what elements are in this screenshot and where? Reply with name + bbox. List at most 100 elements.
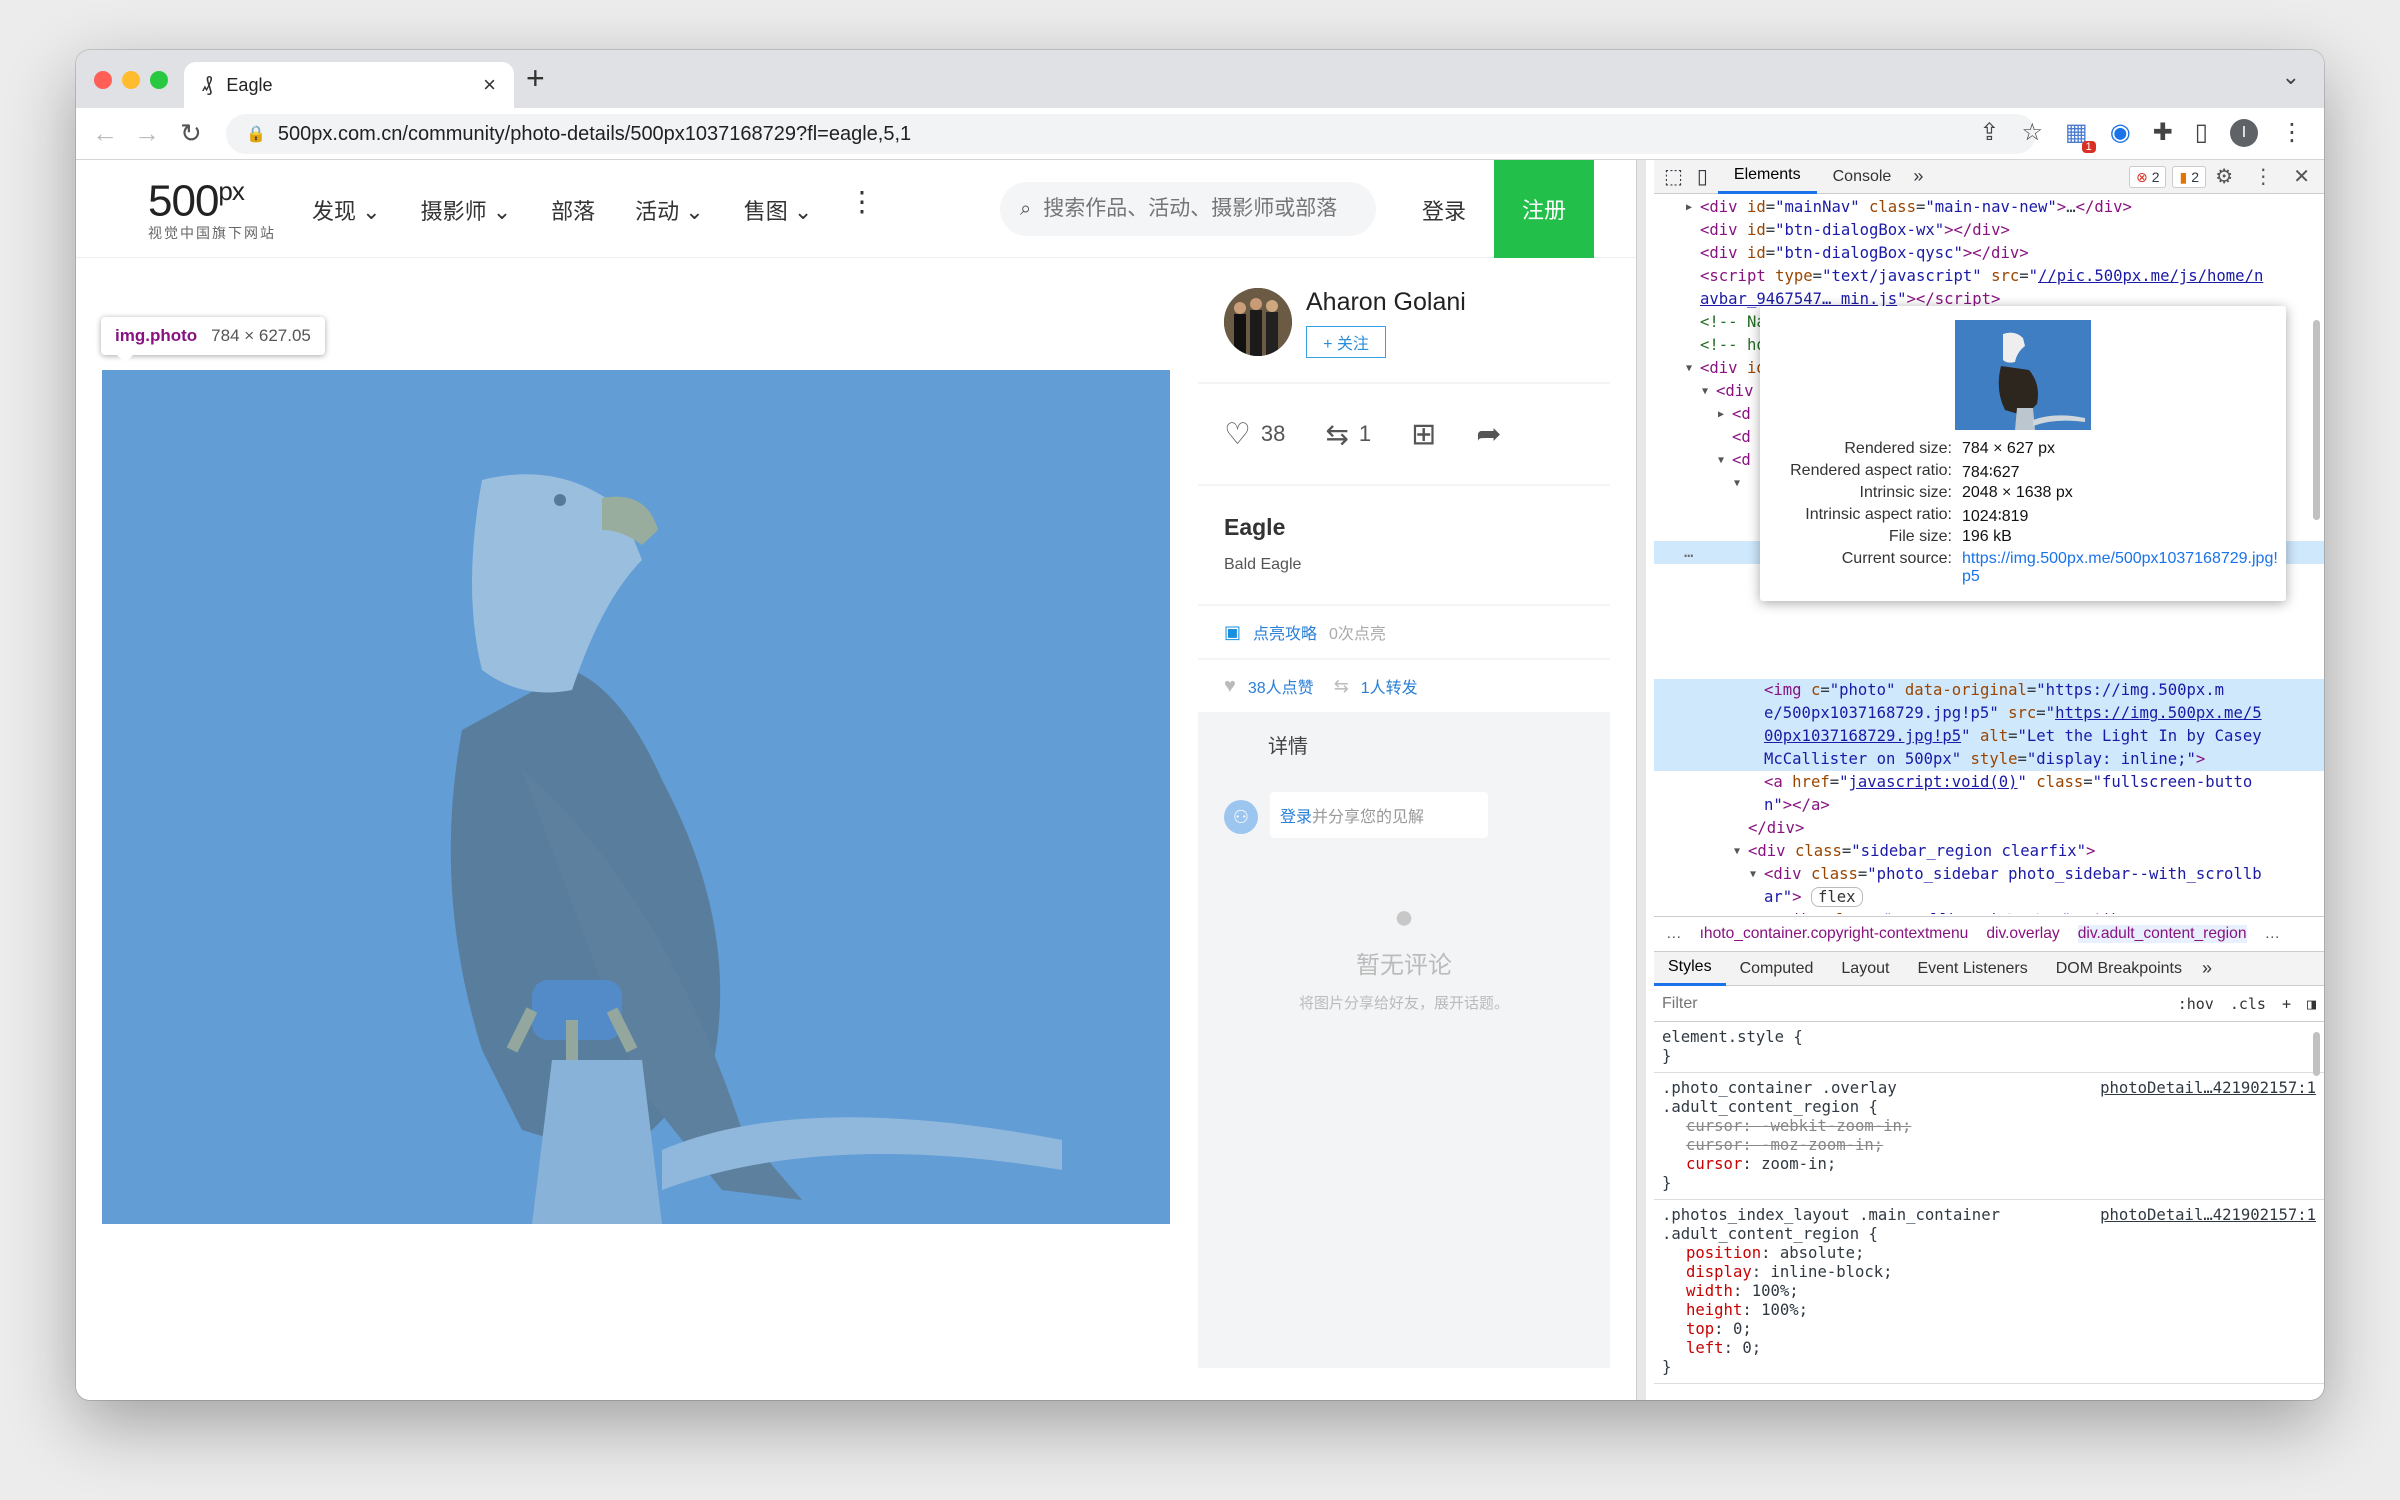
light-link[interactable]: 点亮攻略 xyxy=(1253,620,1317,644)
browser-menu-icon[interactable]: ⋮ xyxy=(2280,118,2304,147)
dom-node-line[interactable]: <img c="photo" data-original="https://im… xyxy=(1654,679,2324,702)
breadcrumb-item[interactable]: div.overlay xyxy=(1986,925,2059,943)
tab-console[interactable]: Console xyxy=(1817,160,1908,194)
tab-styles[interactable]: Styles xyxy=(1654,952,1726,986)
tab-layout[interactable]: Layout xyxy=(1827,952,1903,986)
close-window-button[interactable] xyxy=(94,71,112,89)
follow-button[interactable]: + 关注 xyxy=(1306,326,1386,358)
css-property[interactable]: display: inline-block; xyxy=(1662,1263,2316,1282)
css-property[interactable]: left: 0; xyxy=(1662,1339,2316,1358)
close-tab-icon[interactable]: × xyxy=(483,72,496,98)
eagle-photo[interactable] xyxy=(102,370,1170,1224)
dom-node-line[interactable]: ▼ <div class="photo_sidebar photo_sidebar… xyxy=(1654,863,2324,886)
breadcrumb-item[interactable]: div.adult_content_region xyxy=(2077,925,2247,943)
forward-arrow-icon[interactable]: → xyxy=(134,118,160,149)
dom-node-line[interactable]: <div id="btn-dialogBox-qysc"></div> xyxy=(1654,242,2324,265)
inspect-element-icon[interactable]: ⬚ xyxy=(1654,164,1693,189)
warning-badge[interactable]: ▮ 2 xyxy=(2172,166,2206,188)
styles-filter-input[interactable] xyxy=(1662,994,2102,1013)
dom-scrollbar[interactable] xyxy=(2313,320,2320,520)
close-devtools-icon[interactable]: ✕ xyxy=(2293,164,2310,189)
puzzle-extensions-icon[interactable]: ✚ xyxy=(2153,118,2173,147)
collapse-triangle-icon[interactable]: ▼ xyxy=(1734,840,1740,863)
collapse-triangle-icon[interactable]: ▼ xyxy=(1718,449,1724,472)
menu-item-tribes[interactable]: 部落 xyxy=(551,194,595,226)
dom-node-line[interactable] xyxy=(1654,656,2324,679)
dom-node-line[interactable]: ar"> flex xyxy=(1654,886,2324,909)
device-toolbar-icon[interactable]: ▯ xyxy=(1693,164,1718,189)
collapse-triangle-icon[interactable]: ▼ xyxy=(1734,472,1740,495)
tab-computed[interactable]: Computed xyxy=(1726,952,1828,986)
login-link[interactable]: 登录 xyxy=(1422,194,1466,226)
dom-node-line[interactable]: ▶ <div id="mainNav" class="main-nav-new">… xyxy=(1654,196,2324,219)
settings-gear-icon[interactable]: ⚙ xyxy=(2215,164,2233,189)
address-bar[interactable]: 🔒 500px.com.cn/community/photo-details/5… xyxy=(226,114,2036,154)
collect-icon[interactable]: ⊞ xyxy=(1411,417,1436,452)
extension-icon[interactable]: ▦ 1 xyxy=(2065,118,2096,153)
expand-triangle-icon[interactable]: ▶ xyxy=(1718,403,1724,426)
comment-login-link[interactable]: 登录 xyxy=(1280,803,1312,827)
dom-node-line[interactable] xyxy=(1654,633,2324,656)
css-rule[interactable]: .photo_container .overlay .adult_content_… xyxy=(1654,1073,2324,1200)
css-source-link[interactable]: photoDetail…421902157:1 xyxy=(2100,1079,2316,1098)
css-property[interactable]: cursor: zoom-in; xyxy=(1662,1155,2316,1174)
lock-icon[interactable]: 🔒 xyxy=(246,124,266,144)
tab-search-chevron-icon[interactable]: ⌄ xyxy=(2282,64,2300,90)
breadcrumb-item[interactable]: … xyxy=(2265,925,2281,943)
css-property[interactable]: width: 100%; xyxy=(1662,1282,2316,1301)
share-arrow-icon[interactable]: ➦ xyxy=(1476,417,1501,452)
image-source-link[interactable]: https://img.500px.me/500px1037168729.jpg… xyxy=(1962,550,2280,586)
breadcrumb-item[interactable]: … xyxy=(1666,925,1682,943)
side-panel-icon[interactable]: ▯ xyxy=(2195,118,2208,147)
menu-item-sell[interactable]: 售图 ⌄ xyxy=(744,194,813,226)
dom-node-line[interactable] xyxy=(1654,610,2324,633)
dom-node-line[interactable]: <div id="btn-dialogBox-wx"></div> xyxy=(1654,219,2324,242)
dom-node-line[interactable]: <script type="text/javascript" src="//pi… xyxy=(1654,265,2324,288)
computed-sidebar-icon[interactable]: ◨ xyxy=(2307,995,2316,1013)
author-avatar[interactable] xyxy=(1224,288,1292,356)
devtools-splitter[interactable] xyxy=(1636,160,1646,1400)
collapse-triangle-icon[interactable]: ▼ xyxy=(1702,380,1708,403)
menu-item-discover[interactable]: 发现 ⌄ xyxy=(312,194,381,226)
dom-node-line[interactable]: n"></a> xyxy=(1654,794,2324,817)
browser-extension-icon[interactable]: ◉ xyxy=(2110,118,2131,147)
site-logo[interactable]: 500px 视觉中国旗下网站 xyxy=(148,176,276,243)
error-badge[interactable]: ⊗ 2 xyxy=(2128,166,2167,188)
tab-dom-breakpoints[interactable]: DOM Breakpoints xyxy=(2042,952,2196,986)
back-arrow-icon[interactable]: ← xyxy=(92,118,118,149)
css-rule[interactable]: .photos_index_layout .main_container .adu… xyxy=(1654,1200,2324,1384)
dom-node-line[interactable]: e/500px1037168729.jpg!p5" src="https://i… xyxy=(1654,702,2324,725)
dom-node-line[interactable]: <div class="scrollbar_detector"></div> xyxy=(1654,909,2324,914)
minimize-window-button[interactable] xyxy=(122,71,140,89)
dom-node-line[interactable]: 00px1037168729.jpg!p5" alt="Let the Ligh… xyxy=(1654,725,2324,748)
tab-elements[interactable]: Elements xyxy=(1717,160,1817,194)
tab-event-listeners[interactable]: Event Listeners xyxy=(1903,952,2041,986)
expand-triangle-icon[interactable]: ▶ xyxy=(1686,196,1692,219)
register-button[interactable]: 注册 xyxy=(1494,160,1594,258)
css-property[interactable]: cursor: -moz-zoom-in; xyxy=(1662,1136,2316,1155)
dom-node-line[interactable]: ▼ <div class="sidebar_region clearfix"> xyxy=(1654,840,2324,863)
cls-toggle[interactable]: .cls xyxy=(2230,995,2266,1013)
devtools-menu-icon[interactable]: ⋮ xyxy=(2253,164,2273,189)
css-property[interactable]: top: 0; xyxy=(1662,1320,2316,1339)
bookmark-star-icon[interactable]: ☆ xyxy=(2022,118,2044,147)
more-style-tabs-icon[interactable]: » xyxy=(2196,958,2218,979)
profile-avatar[interactable]: I xyxy=(2230,118,2258,147)
styles-scrollbar[interactable] xyxy=(2313,1032,2320,1076)
more-tabs-icon[interactable]: » xyxy=(1907,166,1929,187)
css-property[interactable]: height: 100%; xyxy=(1662,1301,2316,1320)
new-tab-icon[interactable]: + xyxy=(526,60,545,97)
more-menu-icon[interactable]: ⋮ xyxy=(848,188,876,216)
repost-button[interactable]: ⇆ 1 xyxy=(1325,418,1371,451)
comment-input[interactable]: 登录 并分享您的见解 xyxy=(1270,792,1488,838)
css-source-link[interactable]: photoDetail…421902157:1 xyxy=(2100,1206,2316,1225)
like-button[interactable]: ♡ 38 xyxy=(1224,417,1285,452)
menu-item-photographers[interactable]: 摄影师 ⌄ xyxy=(421,194,512,226)
css-rule[interactable]: element.style {} xyxy=(1654,1022,2324,1073)
liked-by-link[interactable]: 38人点赞 xyxy=(1248,674,1314,698)
dom-node-line[interactable]: </div> xyxy=(1654,817,2324,840)
css-property[interactable]: cursor: -webkit-zoom-in; xyxy=(1662,1117,2316,1136)
browser-tab[interactable]: ₰ Eagle × xyxy=(184,62,514,108)
breadcrumb-item[interactable]: ıhoto_container.copyright-contextmenu xyxy=(1700,925,1969,943)
collapse-triangle-icon[interactable]: ▼ xyxy=(1750,863,1756,886)
